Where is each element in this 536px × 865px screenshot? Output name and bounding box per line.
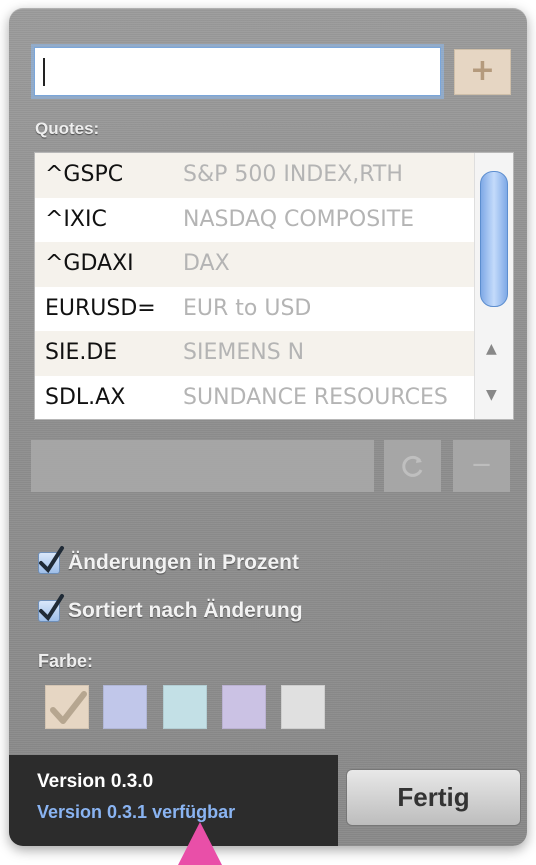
quotes-table: ^GSPC S&P 500 INDEX,RTH ^IXIC NASDAQ COM… xyxy=(34,152,514,420)
color-swatch-gray[interactable] xyxy=(281,685,325,729)
table-scrollbar[interactable]: ▲ ▼ xyxy=(474,153,513,419)
percent-option[interactable]: Änderungen in Prozent xyxy=(38,546,299,578)
quote-symbol: ^GSPC xyxy=(45,162,124,187)
version-text: Version 0.3.0 xyxy=(37,771,154,792)
quote-name: NASDAQ COMPOSITE xyxy=(183,206,415,232)
quote-name: SIEMENS N xyxy=(183,340,305,365)
quote-symbol: EURUSD= xyxy=(45,295,156,321)
symbol-input[interactable] xyxy=(34,47,441,96)
quote-name: DAX xyxy=(183,251,230,276)
color-swatch-selected[interactable] xyxy=(45,685,89,729)
table-row[interactable]: SDL.AX SUNDANCE RESOURCES xyxy=(35,376,513,420)
quote-name: SUNDANCE RESOURCES xyxy=(183,384,448,410)
checkmark-icon xyxy=(39,594,64,622)
percent-checkbox[interactable] xyxy=(38,546,64,574)
table-row[interactable]: SIE.DE SIEMENS N xyxy=(35,331,513,376)
quote-symbol: ^GDAXI xyxy=(45,251,134,276)
quote-symbol: SDL.AX xyxy=(45,384,126,410)
done-button[interactable]: Fertig xyxy=(346,769,521,826)
pointer-arrow-icon xyxy=(178,822,222,865)
quotes-label: Quotes: xyxy=(35,119,100,138)
color-swatch-cyan[interactable] xyxy=(163,685,207,729)
percent-label: Änderungen in Prozent xyxy=(68,551,299,574)
quote-name: S&P 500 INDEX,RTH xyxy=(183,162,403,187)
text-caret xyxy=(43,58,45,86)
edit-quote-field[interactable] xyxy=(31,440,374,492)
sort-checkbox[interactable] xyxy=(38,594,64,622)
quote-symbol: SIE.DE xyxy=(45,340,118,365)
quote-name: EUR to USD xyxy=(183,295,312,321)
checkmark-icon xyxy=(50,691,87,724)
remove-quote-button[interactable]: − xyxy=(453,440,510,492)
scroll-up-icon[interactable]: ▲ xyxy=(486,341,497,357)
color-label: Farbe: xyxy=(38,651,94,671)
table-row[interactable]: EURUSD= EUR to USD xyxy=(35,287,513,332)
checkmark-icon xyxy=(39,546,64,574)
scroll-thumb[interactable] xyxy=(480,171,508,307)
scroll-down-icon[interactable]: ▼ xyxy=(486,387,497,403)
reload-icon xyxy=(401,455,422,477)
color-swatch-blue[interactable] xyxy=(103,685,147,729)
quote-symbol: ^IXIC xyxy=(45,206,107,232)
table-row[interactable]: ^IXIC NASDAQ COMPOSITE xyxy=(35,198,513,243)
sort-label: Sortiert nach Änderung xyxy=(68,599,303,622)
color-swatch-lavender[interactable] xyxy=(222,685,266,729)
sort-option[interactable]: Sortiert nach Änderung xyxy=(38,594,303,626)
table-row[interactable]: ^GSPC S&P 500 INDEX,RTH xyxy=(35,153,513,198)
reload-button[interactable] xyxy=(384,440,441,492)
add-quote-button[interactable]: + xyxy=(454,49,511,95)
table-row[interactable]: ^GDAXI DAX xyxy=(35,242,513,287)
